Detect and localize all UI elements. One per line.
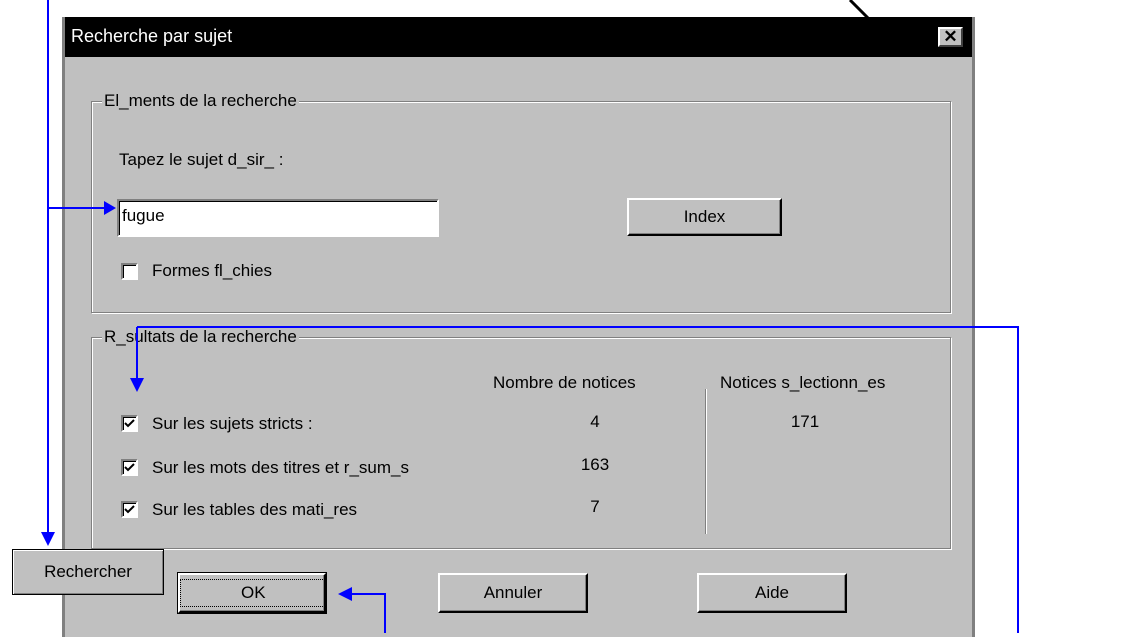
selected-notices-count: 171 <box>790 412 820 431</box>
arrowhead-callout <box>41 532 55 546</box>
checkmark-icon <box>124 505 135 514</box>
help-button[interactable]: Aide <box>697 573 847 613</box>
index-button[interactable]: Index <box>627 198 782 236</box>
rechercher-callout: Rechercher <box>12 549 164 595</box>
checkmark-icon <box>124 463 135 472</box>
result-row-tables-of-contents[interactable]: Sur les tables des mati_res <box>121 499 481 523</box>
formes-label: Formes fl_chies <box>152 261 272 280</box>
cancel-button[interactable]: Annuler <box>438 573 588 613</box>
strict-subjects-label: Sur les sujets stricts : <box>152 414 313 433</box>
formes-checkbox[interactable] <box>121 263 138 280</box>
search-elements-legend: El_ments de la recherche <box>102 91 299 111</box>
subject-input[interactable]: fugue <box>117 199 439 237</box>
selected-notices-header: Notices s_lectionn_es <box>720 373 886 392</box>
strict-subjects-count: 4 <box>590 412 600 431</box>
close-icon: ✕ <box>943 27 958 46</box>
result-row-strict-subjects[interactable]: Sur les sujets stricts : <box>121 413 481 437</box>
close-button[interactable]: ✕ <box>938 27 963 47</box>
tables-of-contents-label: Sur les tables des mati_res <box>152 500 358 519</box>
tables-of-contents-checkbox[interactable] <box>121 501 138 518</box>
ok-label: OK <box>180 579 327 607</box>
formes-checkbox-row[interactable]: Formes fl_chies <box>121 261 321 283</box>
tables-of-contents-count: 7 <box>590 497 600 516</box>
results-legend: R_sultats de la recherche <box>102 327 299 347</box>
result-row-title-words[interactable]: Sur les mots des titres et r_sum_s <box>121 457 471 481</box>
title-words-count: 163 <box>580 455 610 474</box>
title-words-label: Sur les mots des titres et r_sum_s <box>152 458 409 477</box>
title-words-checkbox[interactable] <box>121 459 138 476</box>
column-separator <box>705 389 706 534</box>
notices-count-header: Nombre de notices <box>493 373 636 392</box>
title-bar[interactable]: Recherche par sujet ✕ <box>65 17 972 57</box>
stray-mark <box>848 0 872 22</box>
strict-subjects-checkbox[interactable] <box>121 415 138 432</box>
ok-button[interactable]: OK <box>177 572 327 614</box>
checkmark-icon <box>124 419 135 428</box>
subject-prompt-label: Tapez le sujet d_sir_ : <box>119 150 284 169</box>
dialog-title: Recherche par sujet <box>71 26 233 46</box>
search-dialog: Recherche par sujet ✕ El_ments de la rec… <box>62 17 975 637</box>
